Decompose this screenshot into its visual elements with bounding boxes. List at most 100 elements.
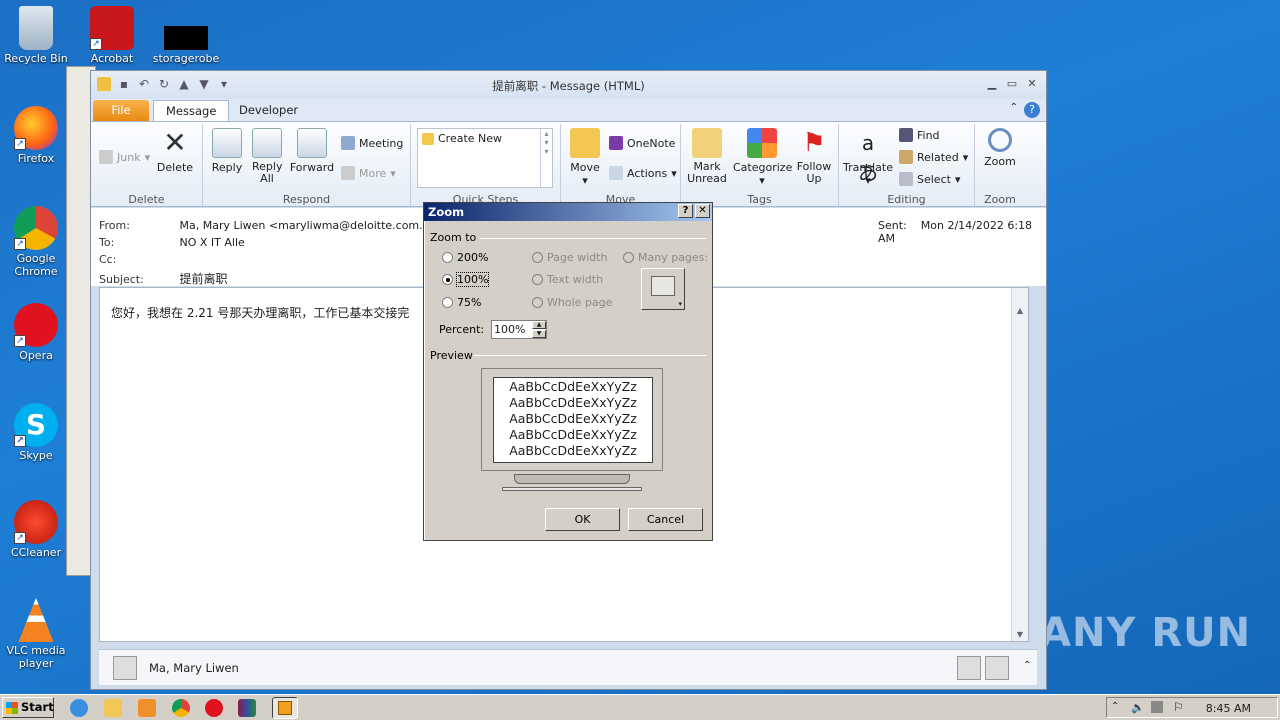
network-icon[interactable] <box>1151 701 1163 713</box>
magnifier-icon <box>988 128 1012 152</box>
reply-all-button[interactable]: Reply All <box>249 128 285 185</box>
opera-icon: ↗ <box>14 303 58 347</box>
watermark: ANY RUN <box>1040 610 1252 656</box>
desktop-icon-firefox[interactable]: ↗ Firefox <box>1 106 71 165</box>
preview-line: AaBbCcDdEeXxYyZz <box>509 411 637 426</box>
mark-unread-button[interactable]: Mark Unread <box>685 128 729 185</box>
text-width-radio[interactable]: Text width <box>532 273 603 286</box>
tab-file[interactable]: File <box>93 100 149 121</box>
expand-pane-icon[interactable]: ⌃ <box>1023 660 1031 671</box>
avatar[interactable] <box>957 656 981 680</box>
radio-dot <box>442 252 453 263</box>
actions-button[interactable]: Actions ▾ <box>609 166 677 180</box>
forward-button[interactable]: Forward <box>289 128 335 174</box>
zoom-75-radio[interactable]: 75% <box>442 296 481 309</box>
spin-down-icon[interactable]: ▼ <box>532 330 546 338</box>
chrome-icon[interactable] <box>172 699 190 717</box>
select-button[interactable]: Select ▾ <box>899 172 960 186</box>
avatar[interactable] <box>113 656 137 680</box>
cursor-icon <box>899 172 913 186</box>
window-title: 提前离职 - Message (HTML) <box>492 79 645 93</box>
group-label: Zoom <box>984 193 1016 206</box>
desktop-icon-ccleaner[interactable]: ↗ CCleaner <box>1 500 71 559</box>
sent-row: Sent: Mon 2/14/2022 6:18 AM <box>878 219 1046 245</box>
spin-up-icon[interactable]: ▲ <box>532 321 546 329</box>
subject-value: 提前离职 <box>179 272 228 286</box>
winrar-icon[interactable] <box>238 699 256 717</box>
avatar[interactable] <box>985 656 1009 680</box>
group-zoom: Zoom Zoom <box>975 124 1025 206</box>
zoom-100-radio[interactable]: 100% <box>442 272 490 287</box>
clock[interactable]: 8:45 AM <box>1206 702 1251 715</box>
minimize-icon[interactable]: ▁ <box>984 77 1000 91</box>
ribbon: Junk ▾ ✕ Delete Delete Reply Reply All F… <box>91 121 1046 207</box>
gallery-scroll[interactable]: ▴ ▾ ▾ <box>540 129 552 187</box>
acrobat-icon: ↗ <box>90 6 134 50</box>
file-icon <box>164 26 208 50</box>
people-name[interactable]: Ma, Mary Liwen <box>149 661 239 675</box>
tab-developer[interactable]: Developer <box>227 100 310 121</box>
cancel-button[interactable]: Cancel <box>628 508 703 531</box>
desktop-icon-storagerobe[interactable]: storagerobe <box>151 26 221 65</box>
delete-icon: ✕ <box>163 126 187 159</box>
from-value[interactable]: Ma, Mary Liwen <maryliwma@deloitte.com.c… <box>180 219 445 232</box>
categorize-button[interactable]: Categorize ▾ <box>733 128 792 187</box>
tray-expand-icon[interactable]: ⌃ <box>1111 701 1119 712</box>
people-pane: Ma, Mary Liwen ⌃ <box>99 649 1037 685</box>
opera-icon[interactable] <box>205 699 223 717</box>
whole-page-radio[interactable]: Whole page <box>532 296 612 309</box>
page-width-radio[interactable]: Page width <box>532 251 607 264</box>
vertical-scrollbar[interactable]: ▲ ▼ <box>1011 288 1028 641</box>
tab-message[interactable]: Message <box>153 100 230 121</box>
flag-icon[interactable]: ⚐ <box>1173 700 1184 714</box>
onenote-button[interactable]: OneNote <box>609 136 675 150</box>
translate-button[interactable]: aあ Translate ▾ <box>843 128 893 187</box>
create-new-button[interactable]: Create New <box>422 132 502 145</box>
zoom-200-radio[interactable]: 200% <box>442 251 488 264</box>
delete-button[interactable]: ✕ Delete <box>155 126 195 175</box>
start-button[interactable]: Start <box>2 697 54 718</box>
reply-button[interactable]: Reply <box>209 128 245 174</box>
scroll-down-icon[interactable]: ▼ <box>1012 630 1028 639</box>
ie-icon[interactable] <box>70 699 88 717</box>
ok-button[interactable]: OK <box>545 508 620 531</box>
percent-spinner[interactable]: 100% ▲ ▼ <box>491 320 547 339</box>
related-button[interactable]: Related ▾ <box>899 150 968 164</box>
help-icon[interactable]: ? <box>1024 102 1040 118</box>
explorer-icon[interactable] <box>104 699 122 717</box>
outlook-icon[interactable] <box>272 697 298 719</box>
volume-icon[interactable]: 🔈 <box>1131 701 1145 714</box>
scroll-up-icon[interactable]: ▲ <box>1012 306 1028 320</box>
desktop-icon-chrome[interactable]: ↗ Google Chrome <box>1 206 71 278</box>
desktop-icon-recycle-bin[interactable]: Recycle Bin <box>1 6 71 65</box>
help-icon[interactable]: ? <box>678 204 693 218</box>
desktop-icon-skype[interactable]: S ↗ Skype <box>1 403 71 462</box>
to-value[interactable]: NO X IT Alle <box>180 236 245 249</box>
subject-label: Subject: <box>99 273 144 286</box>
more-button[interactable]: More ▾ <box>341 166 396 180</box>
junk-button[interactable]: Junk ▾ <box>99 150 150 164</box>
media-player-icon[interactable] <box>138 699 156 717</box>
percent-value[interactable]: 100% <box>494 323 525 336</box>
desktop-icon-vlc[interactable]: VLC media player <box>1 598 71 670</box>
zoom-dialog: Zoom ? ✕ Zoom to 200% 100% 75% Page widt… <box>423 202 713 541</box>
close-icon[interactable]: ✕ <box>695 204 710 218</box>
many-pages-button[interactable]: ▾ <box>641 268 685 310</box>
monitor-base <box>502 487 642 491</box>
desktop-icon-label: VLC media player <box>6 644 66 670</box>
zoom-button[interactable]: Zoom <box>979 128 1021 168</box>
quick-steps-gallery[interactable]: Create New ▴ ▾ ▾ <box>417 128 553 188</box>
follow-up-button[interactable]: ⚑ Follow Up <box>793 128 835 185</box>
desktop-icon-opera[interactable]: ↗ Opera <box>1 303 71 362</box>
close-icon[interactable]: ✕ <box>1024 77 1040 91</box>
find-button[interactable]: Find <box>899 128 940 142</box>
ribbon-collapse-icon[interactable]: ⌃ <box>1010 102 1018 118</box>
desktop-icon-label: Acrobat <box>90 52 134 65</box>
many-pages-radio[interactable]: Many pages: <box>623 251 708 264</box>
envelope-icon <box>692 128 722 158</box>
maximize-icon[interactable]: ▭ <box>1004 77 1020 91</box>
desktop-icon-acrobat[interactable]: ↗ Acrobat <box>77 6 147 65</box>
meeting-button[interactable]: Meeting <box>341 136 403 150</box>
preview-line: AaBbCcDdEeXxYyZz <box>509 379 637 394</box>
move-button[interactable]: Move ▾ <box>565 128 605 187</box>
